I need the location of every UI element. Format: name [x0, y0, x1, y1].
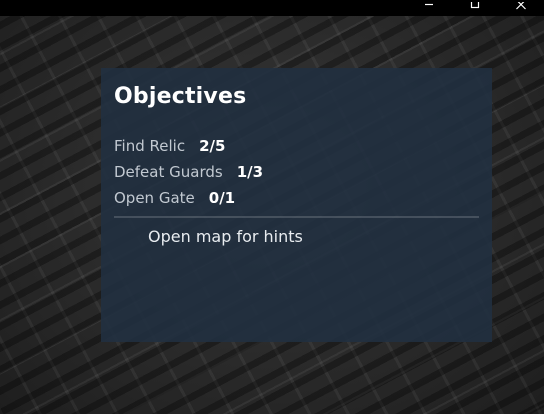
objective-label: Find Relic [114, 137, 186, 155]
close-icon [516, 2, 526, 10]
panel-title: Objectives [114, 84, 247, 109]
maximize-button[interactable] [460, 0, 490, 16]
objectives-panel: Objectives Find Relic 2/5 Defeat Guards … [101, 68, 492, 342]
divider [114, 216, 479, 218]
objective-progress: 1/3 [236, 163, 264, 181]
title-bar [0, 0, 544, 16]
objective-label: Defeat Guards [114, 163, 223, 181]
minimize-icon [425, 3, 433, 6]
minimize-button[interactable] [414, 0, 444, 16]
open-map-hint[interactable]: Open map for hints [148, 227, 303, 246]
objective-item-defeat-guards: Defeat Guards 1/3 [114, 162, 263, 182]
objective-label: Open Gate [114, 189, 195, 207]
objective-progress: 0/1 [208, 189, 236, 207]
objective-item-find-relic: Find Relic 2/5 [114, 136, 225, 156]
close-button[interactable] [506, 0, 536, 16]
objective-progress: 2/5 [199, 137, 226, 155]
objective-item-open-gate: Open Gate 0/1 [114, 188, 235, 208]
maximize-icon [470, 2, 480, 9]
